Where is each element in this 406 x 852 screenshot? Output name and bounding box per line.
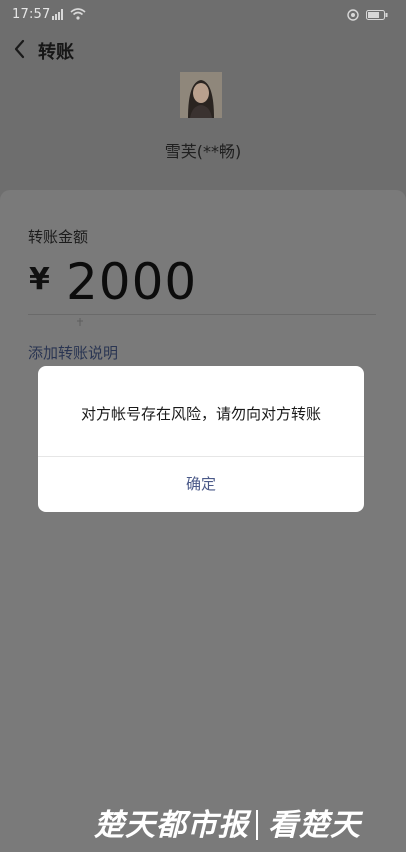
svg-text:看楚天: 看楚天: [268, 808, 364, 843]
transfer-screen: 17:57 转账 雪芙(**畅) 转账金额 ¥ 2000 添加转账说明 对方帐号…: [0, 0, 406, 852]
amount-input[interactable]: 2000: [66, 253, 197, 311]
signal-icon: [52, 9, 63, 20]
alarm-icon: [347, 9, 359, 21]
svg-text:楚天都市报: 楚天都市报: [94, 808, 252, 843]
transfer-card: [0, 190, 406, 852]
amount-label: 转账金额: [28, 228, 89, 246]
chevron-left-icon[interactable]: [8, 36, 32, 62]
watermark-logo: 楚天都市报 看楚天: [94, 808, 364, 843]
page-title: 转账: [38, 42, 74, 63]
amount-divider: [28, 314, 376, 315]
avatar: [180, 72, 222, 118]
battery-icon: [366, 10, 388, 20]
status-time: 17:57: [12, 7, 51, 22]
status-bar: 17:57: [0, 0, 406, 30]
wifi-icon: [70, 8, 86, 20]
currency-symbol: ¥: [29, 262, 50, 297]
payee-name: 雪芙(**畅): [164, 142, 242, 161]
add-note-link[interactable]: 添加转账说明: [28, 342, 118, 363]
avatar-photo: [180, 72, 222, 118]
text-cursor-icon: [77, 318, 83, 326]
risk-alert-dialog: 对方帐号存在风险，请勿向对方转账 确定: [38, 366, 364, 512]
confirm-button[interactable]: 确定: [38, 457, 364, 512]
dialog-message: 对方帐号存在风险，请勿向对方转账: [80, 405, 321, 423]
